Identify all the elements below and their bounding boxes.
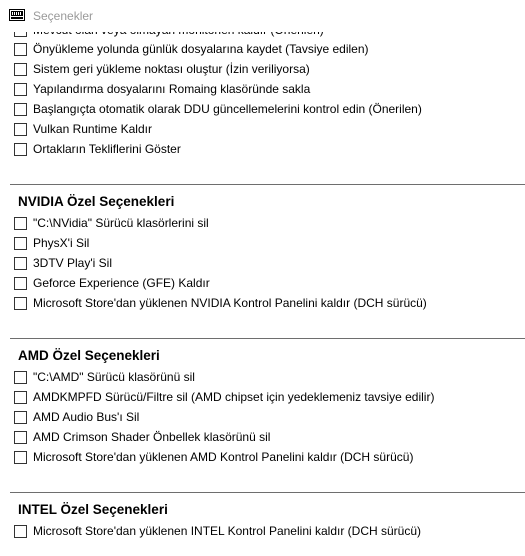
checkbox[interactable] [14, 123, 27, 136]
checkbox[interactable] [14, 411, 27, 424]
option-remove-amd-panel[interactable]: Microsoft Store'dan yüklenen AMD Kontrol… [14, 449, 413, 466]
option-roaming-config[interactable]: Yapılandırma dosyalarını Romaing klasörü… [14, 81, 310, 98]
checkbox[interactable] [14, 63, 27, 76]
checkbox[interactable] [14, 237, 27, 250]
checkbox[interactable] [14, 143, 27, 156]
title-bar: Seçenekler [0, 0, 525, 32]
option-delete-nvidia-folders[interactable]: "C:\NVidia" Sürücü klasörlerini sil [14, 215, 209, 232]
checkbox[interactable] [14, 297, 27, 310]
option-delete-amd-audio-bus[interactable]: AMD Audio Bus'ı Sil [14, 409, 139, 426]
intel-section-title: INTEL Özel Seçenekleri [18, 502, 168, 517]
option-delete-shader-cache[interactable]: AMD Crimson Shader Önbellek klasörünü si… [14, 429, 270, 446]
nvidia-section-title: NVIDIA Özel Seçenekleri [18, 194, 175, 209]
option-delete-amdkmpfd[interactable]: AMDKMPFD Sürücü/Filtre sil (AMD chipset … [14, 389, 434, 406]
checkbox[interactable] [14, 525, 27, 538]
options-scroll-area[interactable]: Mevcut olan veya olmayan monitörleri kal… [0, 0, 525, 556]
option-remove-vulkan[interactable]: Vulkan Runtime Kaldır [14, 121, 152, 138]
checkbox[interactable] [14, 277, 27, 290]
checkbox[interactable] [14, 217, 27, 230]
option-restore-point[interactable]: Sistem geri yükleme noktası oluştur (İzi… [14, 61, 310, 78]
section-divider [10, 492, 525, 493]
checkbox[interactable] [14, 83, 27, 96]
option-show-offers[interactable]: Ortakların Tekliflerini Göster [14, 141, 181, 158]
option-delete-physx[interactable]: PhysX'i Sil [14, 235, 89, 252]
checkbox[interactable] [14, 257, 27, 270]
checkbox[interactable] [14, 43, 27, 56]
option-save-logs[interactable]: Önyükleme yolunda günlük dosyalarına kay… [14, 41, 369, 58]
option-delete-amd-folder[interactable]: "C:\AMD" Sürücü klasörünü sil [14, 369, 195, 386]
checkbox[interactable] [14, 391, 27, 404]
checkbox[interactable] [14, 451, 27, 464]
checkbox[interactable] [14, 431, 27, 444]
option-remove-nvidia-panel[interactable]: Microsoft Store'dan yüklenen NVIDIA Kont… [14, 295, 427, 312]
option-remove-gfe[interactable]: Geforce Experience (GFE) Kaldır [14, 275, 210, 292]
window-title: Seçenekler [33, 9, 94, 23]
option-remove-intel-panel[interactable]: Microsoft Store'dan yüklenen INTEL Kontr… [14, 523, 421, 540]
app-icon [9, 9, 25, 21]
amd-section-title: AMD Özel Seçenekleri [18, 348, 160, 363]
option-delete-3dtv[interactable]: 3DTV Play'i Sil [14, 255, 112, 272]
checkbox[interactable] [14, 103, 27, 116]
checkbox[interactable] [14, 371, 27, 384]
section-divider [10, 184, 525, 185]
section-divider [10, 338, 525, 339]
option-check-updates[interactable]: Başlangıçta otomatik olarak DDU güncelle… [14, 101, 422, 118]
